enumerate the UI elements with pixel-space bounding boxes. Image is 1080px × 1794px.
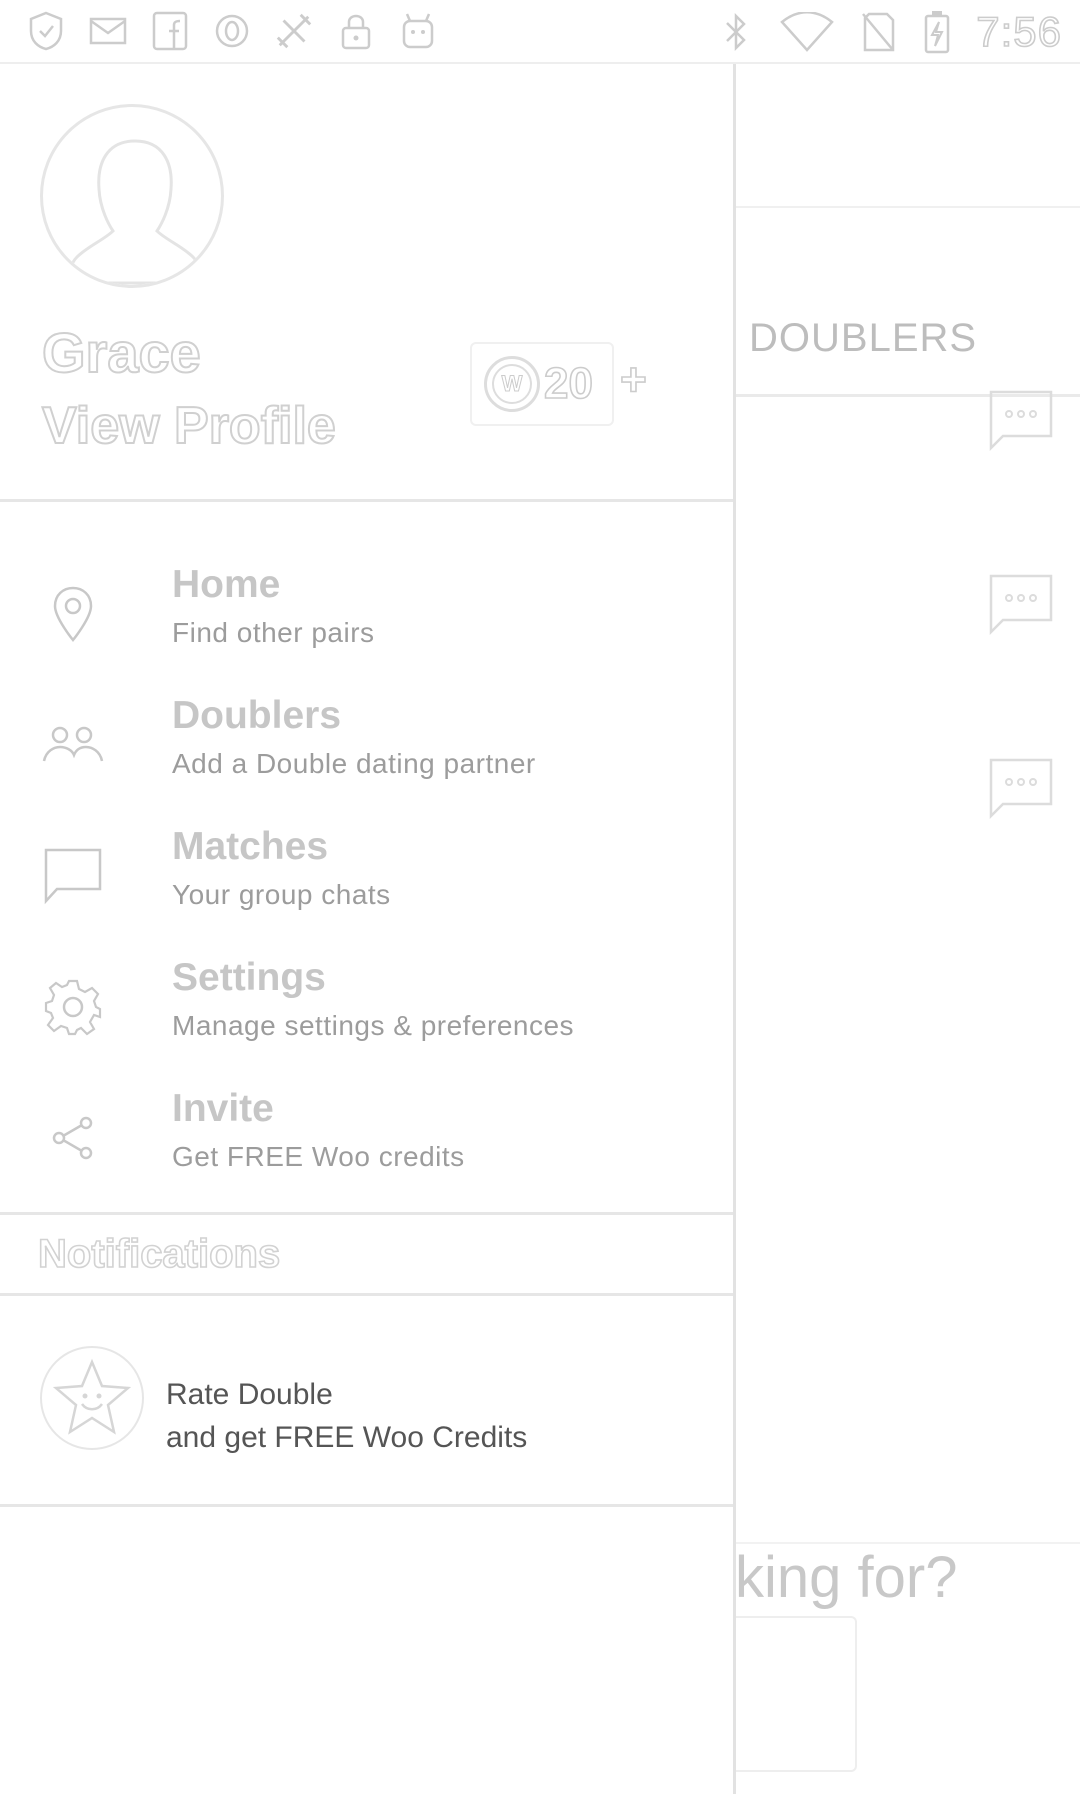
drawer-menu: Home Find other pairs Doublers Add a Dou… — [0, 559, 733, 1214]
menu-item-matches[interactable]: Matches Your group chats — [0, 821, 733, 952]
menu-item-subtitle: Find other pairs — [172, 617, 375, 648]
view-profile-link[interactable]: View Profile — [41, 396, 337, 456]
facebook-icon — [150, 8, 190, 54]
shield-icon — [26, 8, 66, 54]
menu-item-home[interactable]: Home Find other pairs — [0, 559, 733, 690]
background-toolbar — [735, 64, 1080, 208]
gear-icon — [42, 976, 104, 1038]
notification-item[interactable]: Rate Double and get FREE Woo Credits — [0, 1294, 733, 1502]
background-card[interactable] — [735, 1616, 857, 1772]
menu-item-subtitle: Get FREE Woo credits — [172, 1141, 465, 1172]
menu-item-title: Home — [172, 563, 281, 606]
chat-icon[interactable] — [987, 756, 1055, 824]
location-pin-icon — [42, 583, 104, 645]
navigation-drawer: Grace View Profile W 20 + Home Find othe… — [0, 64, 736, 1794]
menu-item-settings[interactable]: Settings Manage settings & preferences — [0, 952, 733, 1083]
chat-icon[interactable] — [987, 572, 1055, 640]
mail-icon — [88, 8, 128, 54]
menu-item-subtitle: Your group chats — [172, 879, 391, 910]
notifications-header: Notifications — [37, 1231, 281, 1277]
system-icons: 7:56 — [716, 7, 1062, 56]
no-sim-icon — [858, 9, 898, 55]
menu-item-doublers[interactable]: Doublers Add a Double dating partner — [0, 690, 733, 821]
menu-item-title: Doublers — [172, 694, 342, 737]
menu-item-invite[interactable]: Invite Get FREE Woo credits — [0, 1083, 733, 1214]
circle-o-icon — [212, 8, 252, 54]
chat-icon[interactable] — [987, 388, 1055, 456]
tab-doublers-label: D DOUBLERS — [707, 316, 978, 360]
avatar[interactable] — [40, 104, 224, 288]
battery-charging-icon — [922, 9, 952, 55]
menu-item-title: Matches — [172, 825, 329, 868]
tab-doublers[interactable]: D DOUBLERS — [707, 206, 1080, 397]
credit-count: 20 — [543, 358, 594, 409]
notification-title: Rate Double — [166, 1378, 333, 1411]
star-face-icon — [40, 1346, 144, 1450]
looking-for-prompt: king for? — [735, 1545, 958, 1610]
status-bar: 7:56 — [0, 0, 1080, 64]
clock: 7:56 — [975, 7, 1062, 56]
woo-credits-badge[interactable]: W 20 — [470, 342, 614, 426]
divider — [0, 1212, 733, 1215]
lock-icon — [336, 8, 376, 54]
add-credits-button[interactable]: + — [619, 355, 647, 403]
menu-item-title: Settings — [172, 956, 326, 999]
divider — [0, 1504, 733, 1507]
tools-icon — [274, 8, 314, 54]
menu-item-subtitle: Manage settings & preferences — [172, 1010, 575, 1041]
people-icon — [42, 714, 104, 776]
chat-icon — [42, 845, 104, 907]
android-icon — [398, 8, 438, 54]
notification-subtitle: and get FREE Woo Credits — [166, 1421, 528, 1454]
menu-item-subtitle: Add a Double dating partner — [172, 748, 536, 779]
menu-item-title: Invite — [172, 1087, 274, 1130]
woo-coin-icon: W — [484, 356, 540, 412]
wifi-icon — [780, 9, 835, 55]
divider — [0, 499, 733, 502]
share-icon — [42, 1107, 104, 1169]
background-screen: D DOUBLERS king for? — [707, 64, 1080, 1794]
user-name: Grace — [41, 320, 202, 385]
notification-icons — [26, 8, 438, 54]
bluetooth-icon — [716, 9, 756, 55]
